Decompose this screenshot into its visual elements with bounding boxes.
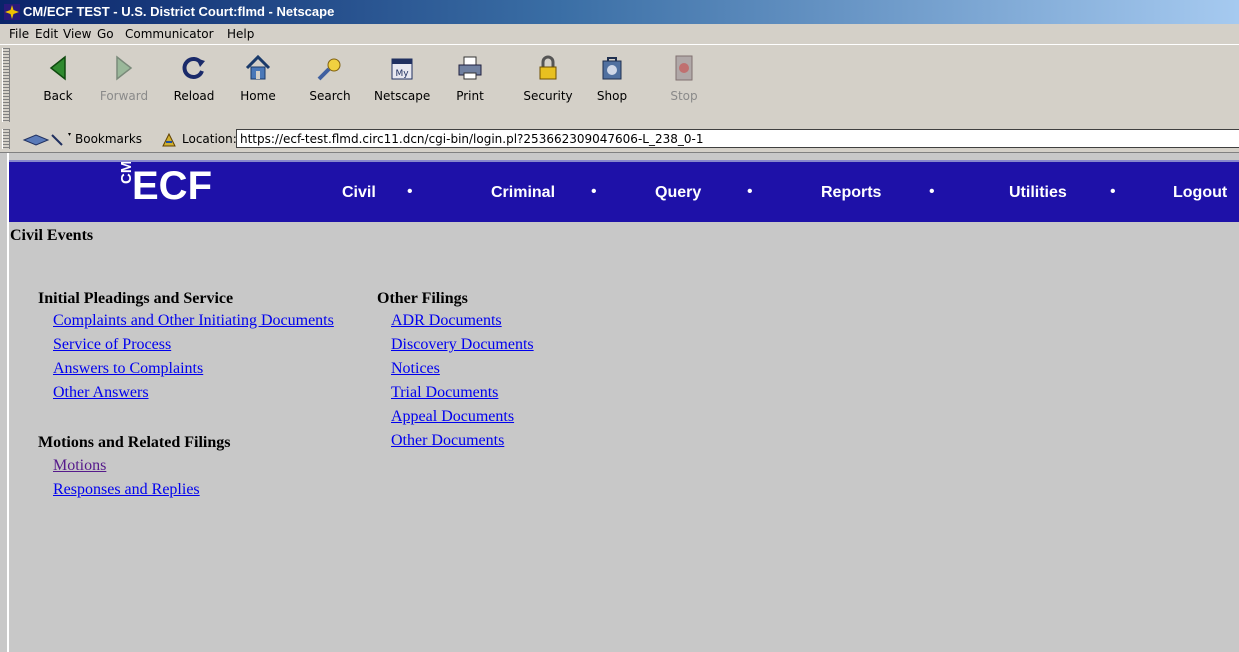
link-discovery-documents[interactable]: Discovery Documents <box>391 336 534 354</box>
location-label: Location: <box>182 132 237 146</box>
menu-go[interactable]: Go <box>97 27 114 41</box>
forward-arrow-icon <box>116 55 133 81</box>
link-adr-documents[interactable]: ADR Documents <box>391 312 502 330</box>
menu-communicator[interactable]: Communicator <box>125 27 214 41</box>
back-arrow-icon <box>49 55 66 81</box>
search-icon <box>317 58 341 81</box>
section-heading-initial-pleadings: Initial Pleadings and Service <box>38 290 234 307</box>
print-label: Print <box>456 89 484 103</box>
reload-label: Reload <box>173 89 215 103</box>
reload-icon <box>182 57 205 79</box>
netscape-label: Netscape <box>374 89 431 103</box>
nav-separator: • <box>929 183 935 200</box>
link-trial-documents[interactable]: Trial Documents <box>391 384 498 402</box>
search-label: Search <box>309 89 351 103</box>
printer-icon <box>458 56 482 80</box>
svg-text:My: My <box>395 69 409 79</box>
link-other-documents[interactable]: Other Documents <box>391 432 504 450</box>
security-button[interactable]: Security <box>520 53 576 117</box>
nav-logout[interactable]: Logout <box>1173 184 1227 202</box>
home-label: Home <box>240 89 276 103</box>
window-titlebar: CM/ECF TEST - U.S. District Court:flmd -… <box>0 0 1239 24</box>
logo-ecf: ECF <box>132 164 212 208</box>
link-complaints[interactable]: Complaints and Other Initiating Document… <box>53 312 334 330</box>
link-service-of-process[interactable]: Service of Process <box>53 336 171 354</box>
page-content: CM ECF Civil • Criminal • Query • Report… <box>0 153 1239 652</box>
netscape-button[interactable]: My Netscape <box>374 53 430 117</box>
navigation-toolbar: Back Forward Reload Home Search My Netsc… <box>0 44 1239 128</box>
back-label: Back <box>43 89 73 103</box>
location-toolbar: Bookmarks Location: <box>0 127 1239 153</box>
security-label: Security <box>523 89 573 103</box>
section-heading-other-filings: Other Filings <box>377 290 468 307</box>
section-heading-motions: Motions and Related Filings <box>38 434 231 451</box>
nav-separator: • <box>1110 183 1116 200</box>
link-notices[interactable]: Notices <box>391 360 440 378</box>
stop-label: Stop <box>670 89 698 103</box>
search-button[interactable]: Search <box>302 53 358 117</box>
link-other-answers[interactable]: Other Answers <box>53 384 149 402</box>
nav-separator: • <box>407 183 413 200</box>
nav-separator: • <box>747 183 753 200</box>
shop-button[interactable]: Shop <box>584 53 640 117</box>
forward-button[interactable]: Forward <box>96 53 152 117</box>
toolbar-grip[interactable] <box>2 48 10 122</box>
link-motions[interactable]: Motions <box>53 457 106 475</box>
menu-edit[interactable]: Edit <box>35 27 58 41</box>
menu-view[interactable]: View <box>63 27 91 41</box>
print-button[interactable]: Print <box>442 53 498 117</box>
home-icon <box>245 54 271 80</box>
link-answers-to-complaints[interactable]: Answers to Complaints <box>53 360 203 378</box>
padlock-icon <box>539 55 557 80</box>
link-appeal-documents[interactable]: Appeal Documents <box>391 408 514 426</box>
nav-separator: • <box>591 183 597 200</box>
location-grip[interactable] <box>2 129 10 149</box>
stop-button[interactable]: Stop <box>656 53 712 117</box>
nav-query[interactable]: Query <box>655 184 701 202</box>
stop-icon <box>675 55 693 81</box>
bookmarks-icon[interactable] <box>22 131 72 149</box>
netscape-app-icon <box>4 4 20 20</box>
nav-criminal[interactable]: Criminal <box>491 184 555 202</box>
shop-bag-icon <box>602 57 622 80</box>
nav-utilities[interactable]: Utilities <box>1009 184 1067 202</box>
link-responses-and-replies[interactable]: Responses and Replies <box>53 481 200 499</box>
ecf-nav-bar: CM ECF Civil • Criminal • Query • Report… <box>9 160 1239 222</box>
shop-label: Shop <box>596 89 628 103</box>
window-title: CM/ECF TEST - U.S. District Court:flmd -… <box>23 4 335 19</box>
my-netscape-icon: My <box>391 58 413 80</box>
nav-reports[interactable]: Reports <box>821 184 881 202</box>
nav-civil[interactable]: Civil <box>342 184 376 202</box>
menu-bar: File Edit View Go Communicator Help <box>0 24 1239 44</box>
home-button[interactable]: Home <box>230 53 286 117</box>
back-button[interactable]: Back <box>30 53 86 117</box>
page-title: Civil Events <box>10 227 94 244</box>
bookmarks-label[interactable]: Bookmarks <box>75 132 142 146</box>
cmecf-logo: CM ECF <box>119 162 212 208</box>
menu-file[interactable]: File <box>9 27 29 41</box>
forward-label: Forward <box>99 89 149 103</box>
reload-button[interactable]: Reload <box>166 53 222 117</box>
url-input[interactable] <box>236 129 1239 148</box>
location-icon[interactable] <box>160 131 178 149</box>
menu-help[interactable]: Help <box>227 27 254 41</box>
